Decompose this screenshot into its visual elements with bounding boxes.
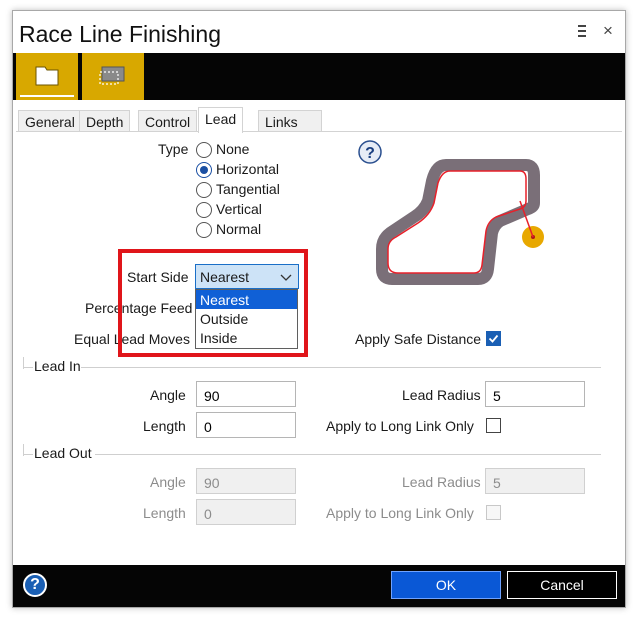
chevron-down-icon xyxy=(280,267,292,290)
type-none-radio[interactable] xyxy=(196,142,212,158)
lead-in-length-label: Length xyxy=(143,418,186,434)
lead-out-group-line-left xyxy=(23,454,33,455)
type-horizontal-label: Horizontal xyxy=(216,161,280,177)
apply-safe-distance-label: Apply Safe Distance xyxy=(355,331,482,347)
lead-in-long-link-label: Apply to Long Link Only xyxy=(326,418,474,434)
lead-in-group-line-left xyxy=(23,367,33,368)
start-side-dropdown-list: Nearest Outside Inside xyxy=(195,289,298,349)
toolbar xyxy=(13,53,625,100)
selection-icon xyxy=(99,66,125,85)
equal-lead-moves-label: Equal Lead Moves xyxy=(74,331,190,347)
type-none-label: None xyxy=(216,141,250,157)
dialog-footer: ? OK Cancel xyxy=(13,565,625,607)
lead-out-radius-label: Lead Radius xyxy=(402,474,481,490)
lead-out-long-link-checkbox[interactable] xyxy=(486,505,501,520)
selection-tool-button[interactable] xyxy=(82,53,144,100)
type-tangential-radio[interactable] xyxy=(196,182,212,198)
type-normal-label: Normal xyxy=(216,221,262,237)
percentage-feed-label: Percentage Feed xyxy=(85,300,193,316)
tab-control[interactable]: Control xyxy=(138,110,198,132)
lead-out-radius-input[interactable] xyxy=(485,468,585,494)
tab-lead[interactable]: Lead xyxy=(198,107,244,133)
lead-in-radius-label: Lead Radius xyxy=(402,387,481,403)
lead-out-group-line xyxy=(95,454,601,455)
cancel-button[interactable]: Cancel xyxy=(507,571,617,599)
menu-icon[interactable] xyxy=(577,23,587,43)
help-icon[interactable]: ? xyxy=(23,573,47,597)
type-vertical-radio[interactable] xyxy=(196,202,212,218)
lead-out-length-input[interactable] xyxy=(196,499,296,525)
tab-general[interactable]: General xyxy=(18,110,82,132)
check-icon xyxy=(488,334,499,343)
type-vertical-label: Vertical xyxy=(216,201,262,217)
race-line-finishing-dialog: Race Line Finishing × General Depth Cont… xyxy=(12,10,626,608)
type-horizontal-radio[interactable] xyxy=(196,162,212,178)
close-icon[interactable]: × xyxy=(603,21,613,41)
lead-in-length-input[interactable] xyxy=(196,412,296,438)
start-side-select[interactable]: Nearest xyxy=(195,264,299,289)
lead-in-group-line xyxy=(81,367,601,368)
start-side-option-inside[interactable]: Inside xyxy=(196,328,297,347)
ok-button[interactable]: OK xyxy=(391,571,501,599)
folder-icon xyxy=(35,66,59,86)
lead-out-length-label: Length xyxy=(143,505,186,521)
lead-in-header: Lead In xyxy=(34,358,81,374)
lead-in-angle-input[interactable] xyxy=(196,381,296,407)
tab-links[interactable]: Links xyxy=(258,110,322,132)
lead-out-angle-label: Angle xyxy=(150,474,186,490)
type-label: Type xyxy=(158,141,189,157)
start-side-value: Nearest xyxy=(200,269,250,285)
lead-in-long-link-checkbox[interactable] xyxy=(486,418,501,433)
lead-out-long-link-label: Apply to Long Link Only xyxy=(326,505,474,521)
apply-safe-distance-checkbox[interactable] xyxy=(486,331,501,346)
start-side-option-outside[interactable]: Outside xyxy=(196,309,297,328)
tab-depth[interactable]: Depth xyxy=(79,110,131,132)
lead-out-header: Lead Out xyxy=(34,445,92,461)
title-bar: Race Line Finishing × xyxy=(13,11,625,53)
lead-out-angle-input[interactable] xyxy=(196,468,296,494)
start-side-label: Start Side xyxy=(127,269,189,285)
general-folder-button[interactable] xyxy=(16,53,78,100)
start-side-option-nearest[interactable]: Nearest xyxy=(196,290,297,309)
type-tangential-label: Tangential xyxy=(216,181,280,197)
lead-preview-illustration xyxy=(376,159,544,285)
type-normal-radio[interactable] xyxy=(196,222,212,238)
lead-in-radius-input[interactable] xyxy=(485,381,585,407)
lead-in-angle-label: Angle xyxy=(150,387,186,403)
dialog-title: Race Line Finishing xyxy=(19,21,222,47)
